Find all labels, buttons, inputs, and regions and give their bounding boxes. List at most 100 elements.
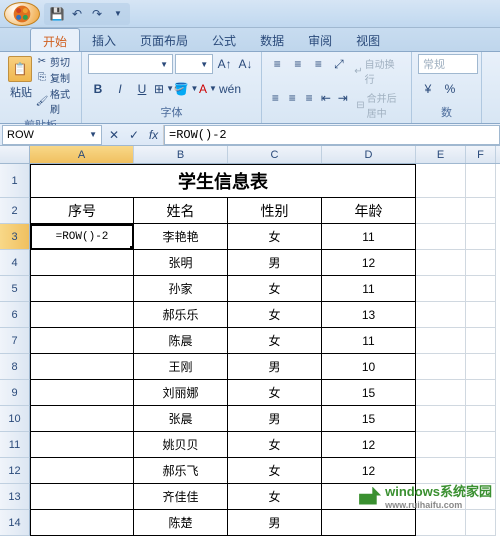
cell[interactable]: 女 [228,276,322,302]
tab-data[interactable]: 数据 [248,28,296,51]
row-header-9[interactable]: 9 [0,380,30,406]
cell[interactable]: 男 [228,406,322,432]
cell[interactable] [466,510,496,536]
row-header-6[interactable]: 6 [0,302,30,328]
cell[interactable] [466,164,496,198]
tab-review[interactable]: 审阅 [296,28,344,51]
save-button[interactable]: 💾 [48,5,66,23]
cell[interactable]: 姚贝贝 [134,432,228,458]
enter-button[interactable]: ✓ [124,125,144,145]
cell[interactable]: 13 [322,302,416,328]
cell[interactable]: 齐佳佳 [134,484,228,510]
cell[interactable] [466,224,496,250]
tab-view[interactable]: 视图 [344,28,392,51]
cancel-button[interactable]: ✕ [104,125,124,145]
cell[interactable]: 11 [322,224,416,250]
cell[interactable]: 男 [228,354,322,380]
row-header-2[interactable]: 2 [0,198,30,224]
cell[interactable]: 11 [322,276,416,302]
phonetic-button[interactable]: wén [220,79,240,99]
cell[interactable] [416,406,466,432]
cell[interactable]: 王刚 [134,354,228,380]
cell[interactable] [30,458,134,484]
cell[interactable] [416,198,466,224]
undo-button[interactable]: ↶ [68,5,86,23]
cell[interactable] [416,354,466,380]
row-header-14[interactable]: 14 [0,510,30,536]
cell[interactable] [466,432,496,458]
cell[interactable]: 男 [228,250,322,276]
cell[interactable]: 12 [322,250,416,276]
cell[interactable]: 女 [228,432,322,458]
row-header-12[interactable]: 12 [0,458,30,484]
cell[interactable]: 郝乐乐 [134,302,228,328]
cell[interactable] [322,510,416,536]
cell[interactable] [416,302,466,328]
copy-button[interactable]: ⎘复制 [36,70,75,85]
cell[interactable] [30,432,134,458]
cell[interactable] [416,432,466,458]
row-header-13[interactable]: 13 [0,484,30,510]
cell[interactable] [30,302,134,328]
cell[interactable] [416,510,466,536]
row-header-7[interactable]: 7 [0,328,30,354]
font-size-select[interactable]: ▼ [175,54,213,74]
number-format-select[interactable]: 常规 [418,54,478,74]
cell[interactable] [30,406,134,432]
cell[interactable] [416,224,466,250]
col-header-F[interactable]: F [466,146,496,163]
cell[interactable]: 陈晨 [134,328,228,354]
cell[interactable] [30,354,134,380]
cut-button[interactable]: ✂剪切 [36,54,75,69]
decrease-indent-button[interactable]: ⇤ [319,88,334,108]
qat-customize-button[interactable]: ▼ [108,5,126,23]
orientation-button[interactable]: ⤢ [330,54,349,74]
col-header-B[interactable]: B [134,146,228,163]
col-header-C[interactable]: C [228,146,322,163]
header-cell[interactable]: 序号 [30,198,134,224]
increase-indent-button[interactable]: ⇥ [335,88,350,108]
cell[interactable] [466,276,496,302]
cell[interactable]: 女 [228,484,322,510]
row-header-4[interactable]: 4 [0,250,30,276]
cell[interactable]: 12 [322,432,416,458]
col-header-A[interactable]: A [30,146,134,163]
border-button[interactable]: ⊞▼ [154,79,174,99]
cell[interactable] [466,354,496,380]
percent-button[interactable]: % [440,79,460,99]
merge-center-button[interactable]: ⊟合并后居中 [352,88,405,122]
align-right-button[interactable]: ≡ [302,88,317,108]
cell[interactable] [466,198,496,224]
underline-button[interactable]: U [132,79,152,99]
font-color-button[interactable]: A▼ [198,79,218,99]
row-header-11[interactable]: 11 [0,432,30,458]
cell[interactable]: 女 [228,380,322,406]
cell[interactable] [466,328,496,354]
row-header-3[interactable]: 3 [0,224,30,250]
cell[interactable] [416,250,466,276]
cell[interactable] [416,276,466,302]
align-middle-button[interactable]: ≡ [289,54,308,74]
cell[interactable]: 李艳艳 [134,224,228,250]
name-box[interactable]: ROW▼ [2,125,102,145]
cell[interactable] [466,302,496,328]
cell[interactable] [30,484,134,510]
cell[interactable]: 陈楚 [134,510,228,536]
increase-font-button[interactable]: A↑ [215,54,234,74]
tab-page-layout[interactable]: 页面布局 [128,28,200,51]
cell[interactable] [416,164,466,198]
cell[interactable]: 女 [228,302,322,328]
paste-button[interactable]: 📋 粘贴 [6,54,36,116]
title-cell[interactable]: 学生信息表 [30,164,416,198]
cell[interactable] [466,380,496,406]
cell[interactable]: 男 [228,510,322,536]
cell[interactable]: 15 [322,406,416,432]
cell[interactable] [30,510,134,536]
cell[interactable]: 女 [228,458,322,484]
cell[interactable]: 11 [322,328,416,354]
cell[interactable]: 刘丽娜 [134,380,228,406]
cell[interactable]: 郝乐飞 [134,458,228,484]
cell[interactable]: 15 [322,380,416,406]
redo-button[interactable]: ↷ [88,5,106,23]
align-left-button[interactable]: ≡ [268,88,283,108]
